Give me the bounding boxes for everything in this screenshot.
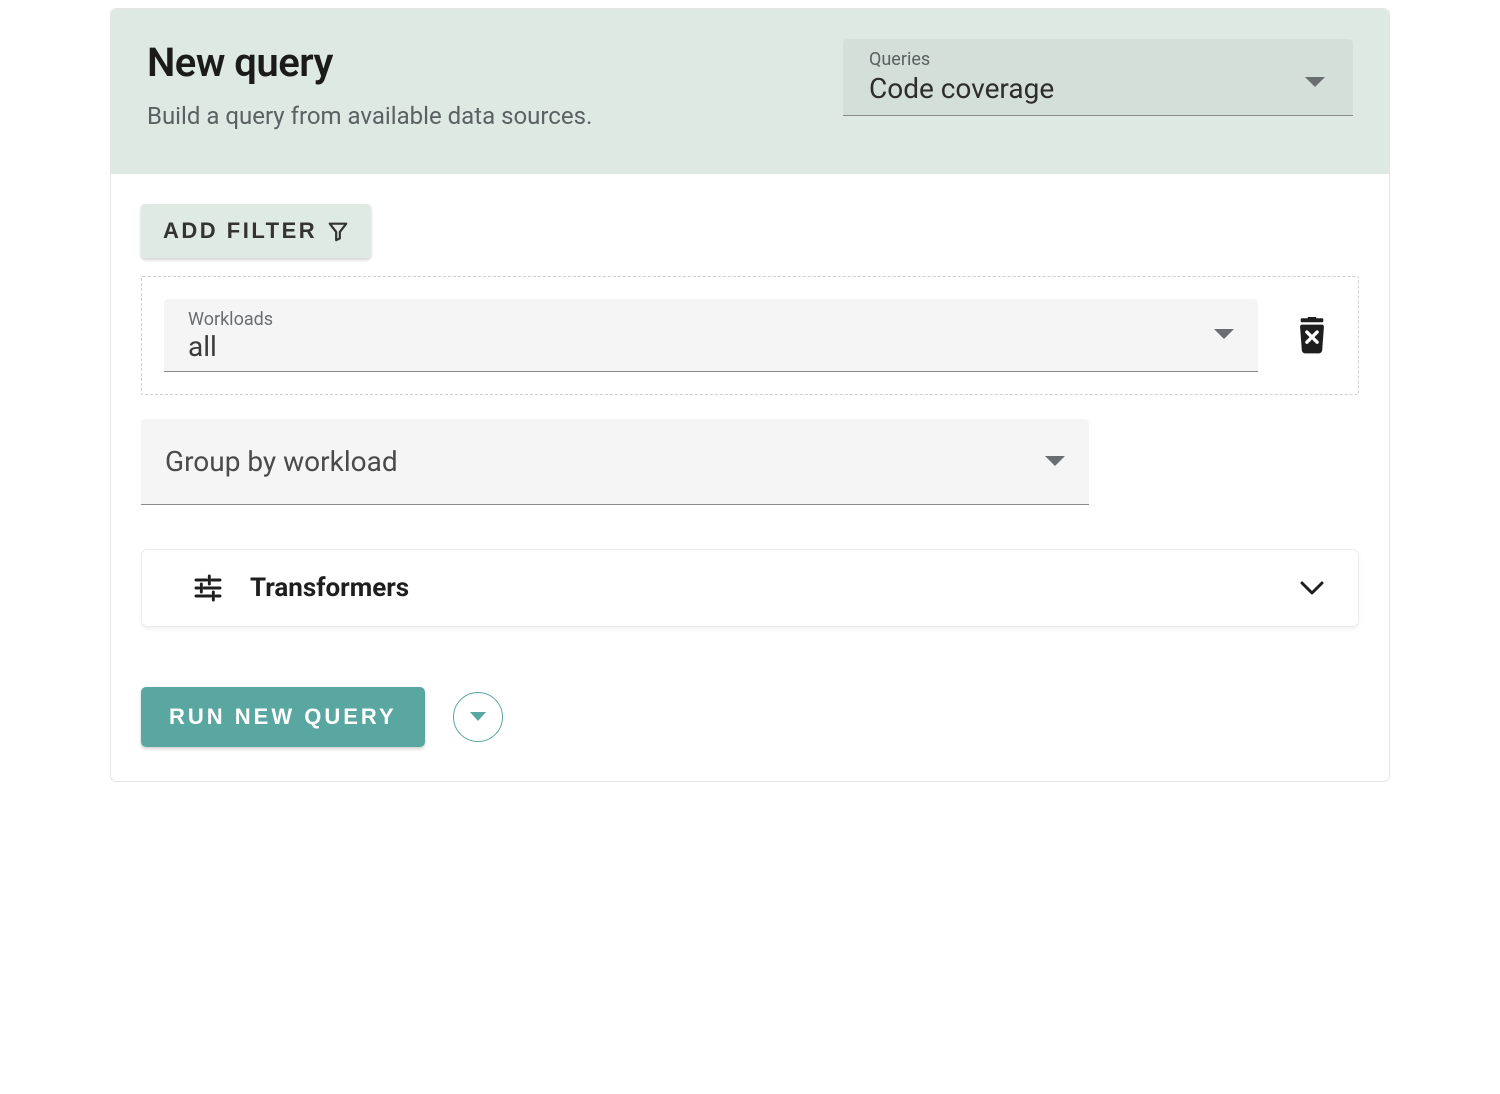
groupby-select[interactable]: Group by workload <box>141 419 1089 505</box>
workloads-select-value: all <box>188 330 1240 363</box>
page-title: New query <box>147 39 803 86</box>
filter-row: Workloads all <box>141 276 1359 395</box>
transformers-panel[interactable]: Transformers <box>141 549 1359 627</box>
card-body: ADD FILTER Workloads all <box>111 174 1389 781</box>
run-dropdown-button[interactable] <box>453 692 503 742</box>
queries-select-label: Queries <box>869 49 1337 70</box>
header-text-block: New query Build a query from available d… <box>147 39 803 130</box>
workloads-select[interactable]: Workloads all <box>164 299 1258 372</box>
run-new-query-button[interactable]: RUN NEW QUERY <box>141 687 425 747</box>
footer-row: RUN NEW QUERY <box>141 687 1359 747</box>
queries-select-value: Code coverage <box>869 72 1337 105</box>
tune-icon <box>192 572 224 604</box>
chevron-down-icon <box>1045 456 1065 468</box>
query-builder-card: New query Build a query from available d… <box>110 8 1390 782</box>
page-subtitle: Build a query from available data source… <box>147 102 803 130</box>
workloads-select-label: Workloads <box>188 309 1240 330</box>
run-new-query-label: RUN NEW QUERY <box>169 704 397 729</box>
groupby-row: Group by workload <box>141 419 1089 505</box>
add-filter-label: ADD FILTER <box>163 218 317 244</box>
caret-down-icon <box>470 712 486 722</box>
chevron-down-icon <box>1300 581 1324 595</box>
add-filter-button[interactable]: ADD FILTER <box>141 204 371 258</box>
queries-select[interactable]: Queries Code coverage <box>843 39 1353 116</box>
delete-filter-button[interactable] <box>1288 312 1336 360</box>
filter-icon <box>327 220 349 242</box>
chevron-down-icon <box>1305 77 1325 89</box>
trash-icon <box>1295 317 1329 355</box>
card-header: New query Build a query from available d… <box>111 9 1389 174</box>
chevron-down-icon <box>1214 329 1234 341</box>
transformers-label: Transformers <box>250 573 409 603</box>
groupby-select-value: Group by workload <box>165 445 1065 478</box>
